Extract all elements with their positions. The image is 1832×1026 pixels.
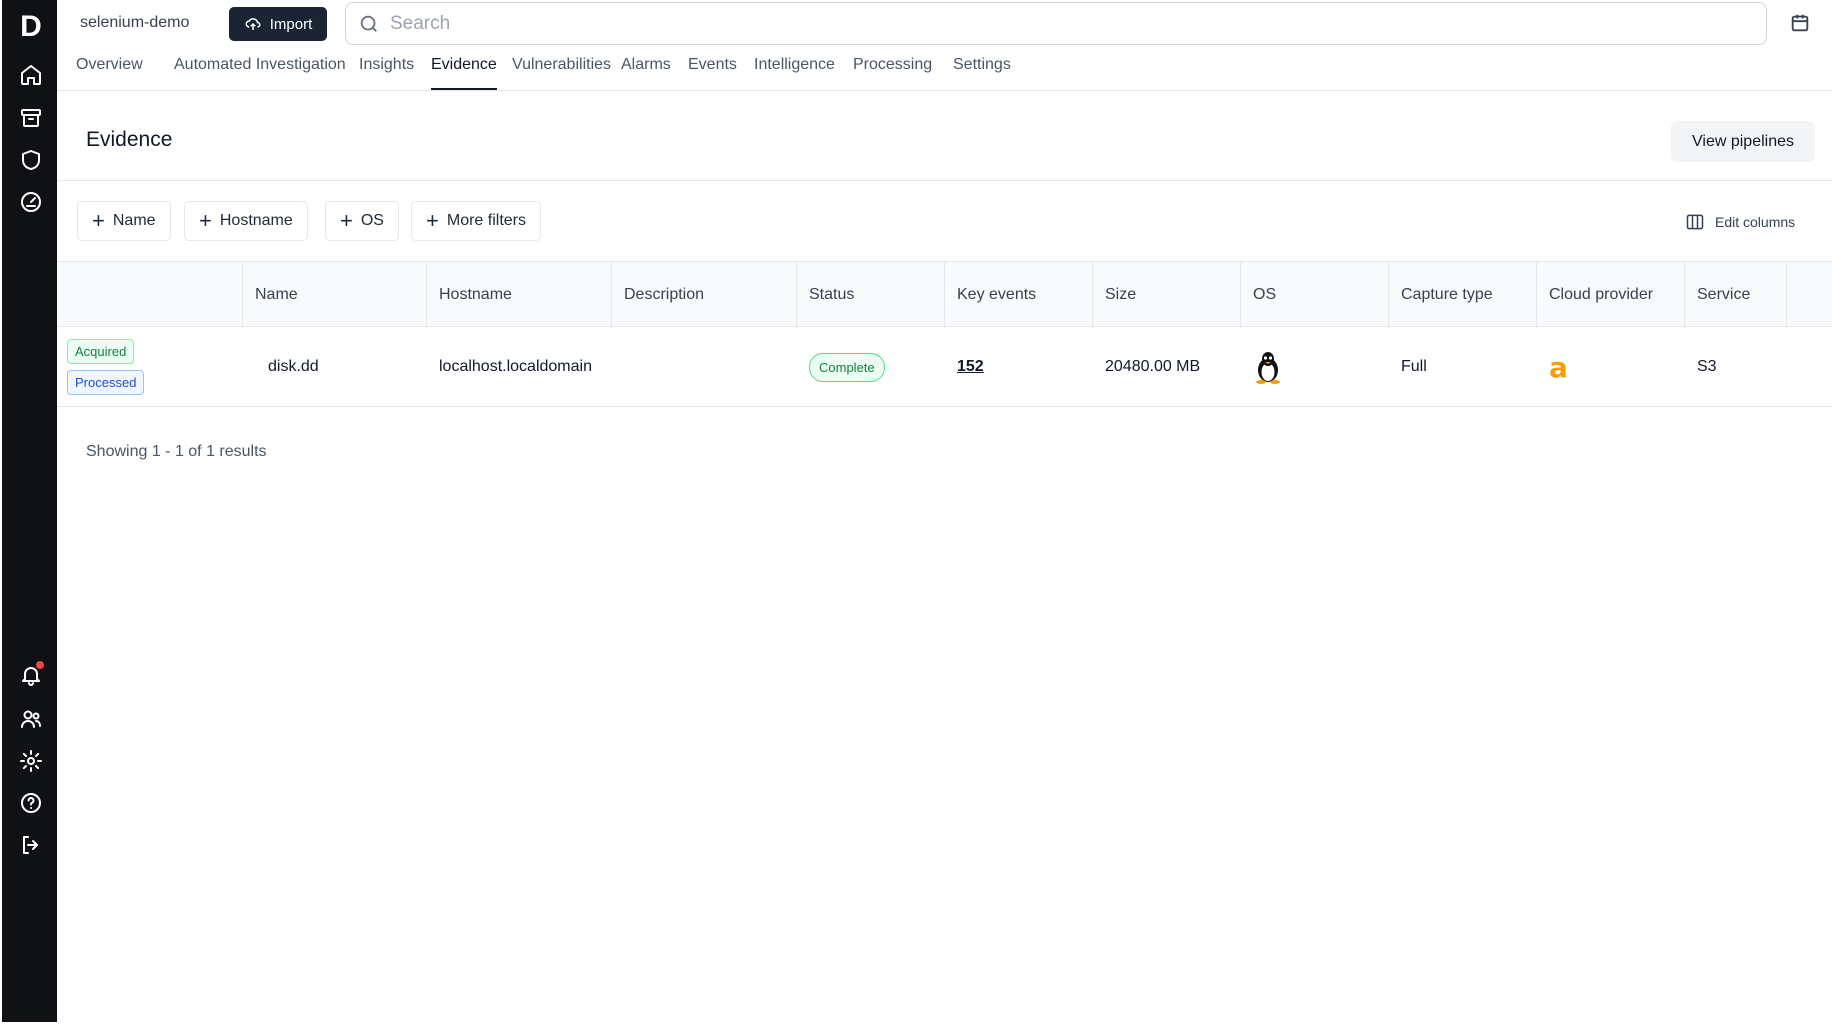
key-events-link[interactable]: 152 (957, 358, 984, 376)
linux-tux-icon (1256, 352, 1280, 384)
table-header: Name Hostname Description Status Key eve… (57, 261, 1832, 328)
filter-label: Hostname (219, 212, 293, 229)
th-key-events[interactable]: Key events (945, 262, 1093, 328)
project-name[interactable]: selenium-demo (80, 14, 189, 32)
td-cloud-provider: a (1537, 327, 1685, 407)
nav-tabs: Overview Automated Investigation Insight… (57, 56, 1832, 91)
th-tags (57, 262, 243, 328)
result-count: Showing 1 - 1 of 1 results (86, 443, 267, 460)
archive-icon[interactable] (14, 101, 48, 135)
plus-icon: + (199, 208, 212, 233)
filter-hostname-button[interactable]: + Hostname (184, 201, 308, 241)
tab-intelligence[interactable]: Intelligence (754, 56, 835, 90)
tab-insights[interactable]: Insights (359, 56, 414, 90)
search-icon (360, 15, 377, 32)
td-name[interactable]: disk.dd (243, 327, 427, 407)
table-row[interactable]: Acquired Processed disk.dd localhost.loc… (57, 327, 1832, 407)
th-name[interactable]: Name (243, 262, 427, 328)
status-badge: Complete (809, 352, 885, 382)
top-bar: selenium-demo Import (57, 0, 1832, 50)
acquired-badge: Acquired (67, 339, 135, 364)
plus-icon: + (426, 208, 439, 233)
filter-label: OS (360, 212, 384, 229)
notification-dot (36, 661, 44, 669)
filter-bar: + Name + Hostname + OS + More filters Ed… (57, 181, 1832, 261)
td-hostname: localhost.localdomain (439, 358, 592, 375)
app: D selenium-demo Import Search Overview A… (0, 0, 1832, 1026)
td-key-events: 152 (945, 327, 1093, 407)
td-tags: Acquired Processed (57, 327, 243, 407)
edit-columns-label: Edit columns (1715, 214, 1796, 230)
main-content: selenium-demo Import Overview Automated … (57, 0, 1832, 1026)
tab-events[interactable]: Events (688, 56, 737, 90)
tab-processing[interactable]: Processing (853, 56, 932, 90)
td-capture-type: Full (1401, 358, 1427, 375)
users-icon[interactable] (14, 702, 48, 736)
home-icon[interactable] (14, 58, 48, 92)
tab-settings[interactable]: Settings (953, 56, 1011, 90)
columns-icon (1686, 214, 1704, 230)
page-header: Evidence View pipelines (57, 91, 1832, 181)
filter-os-button[interactable]: + OS (325, 201, 399, 241)
upload-icon (245, 18, 261, 30)
th-service[interactable]: Service (1685, 262, 1787, 328)
gear-icon[interactable] (14, 744, 48, 778)
td-service: S3 (1697, 358, 1717, 375)
view-pipelines-button[interactable]: View pipelines (1671, 121, 1815, 162)
gauge-icon[interactable] (14, 185, 48, 219)
th-description[interactable]: Description (612, 262, 797, 328)
td-description (612, 327, 797, 407)
search-input[interactable] (390, 12, 1690, 35)
amazon-icon: a (1549, 350, 1568, 384)
tab-overview[interactable]: Overview (76, 56, 143, 90)
tab-vulnerabilities[interactable]: Vulnerabilities (512, 56, 611, 90)
th-os[interactable]: OS (1241, 262, 1389, 328)
import-label: Import (269, 15, 313, 33)
th-cloud-provider[interactable]: Cloud provider (1537, 262, 1685, 328)
filter-label: More filters (446, 212, 526, 229)
td-size: 20480.00 MB (1105, 358, 1201, 375)
filter-name-button[interactable]: + Name (77, 201, 171, 241)
calendar-icon[interactable] (1789, 12, 1813, 36)
processed-badge: Processed (67, 370, 145, 395)
sidebar: D (2, 0, 57, 1022)
help-icon[interactable] (14, 786, 48, 820)
filter-label: Name (112, 212, 156, 229)
th-status[interactable]: Status (797, 262, 945, 328)
tab-alarms[interactable]: Alarms (621, 56, 671, 90)
import-button[interactable]: Import (229, 7, 327, 41)
th-size[interactable]: Size (1093, 262, 1241, 328)
tab-evidence[interactable]: Evidence (431, 56, 497, 90)
plus-icon: + (340, 208, 353, 233)
td-os (1241, 327, 1389, 407)
more-filters-button[interactable]: + More filters (411, 201, 541, 241)
th-capture-type[interactable]: Capture type (1389, 262, 1537, 328)
logo[interactable]: D (16, 10, 46, 44)
plus-icon: + (92, 208, 105, 233)
tab-automated-investigation[interactable]: Automated Investigation (174, 56, 346, 90)
search-box[interactable] (345, 2, 1767, 45)
edit-columns-button[interactable]: Edit columns (1685, 210, 1795, 234)
td-status: Complete (797, 327, 945, 407)
th-hostname[interactable]: Hostname (427, 262, 612, 328)
logout-icon[interactable] (14, 828, 48, 862)
shield-icon[interactable] (14, 143, 48, 177)
bell-icon[interactable] (14, 658, 48, 692)
page-title: Evidence (86, 128, 173, 151)
